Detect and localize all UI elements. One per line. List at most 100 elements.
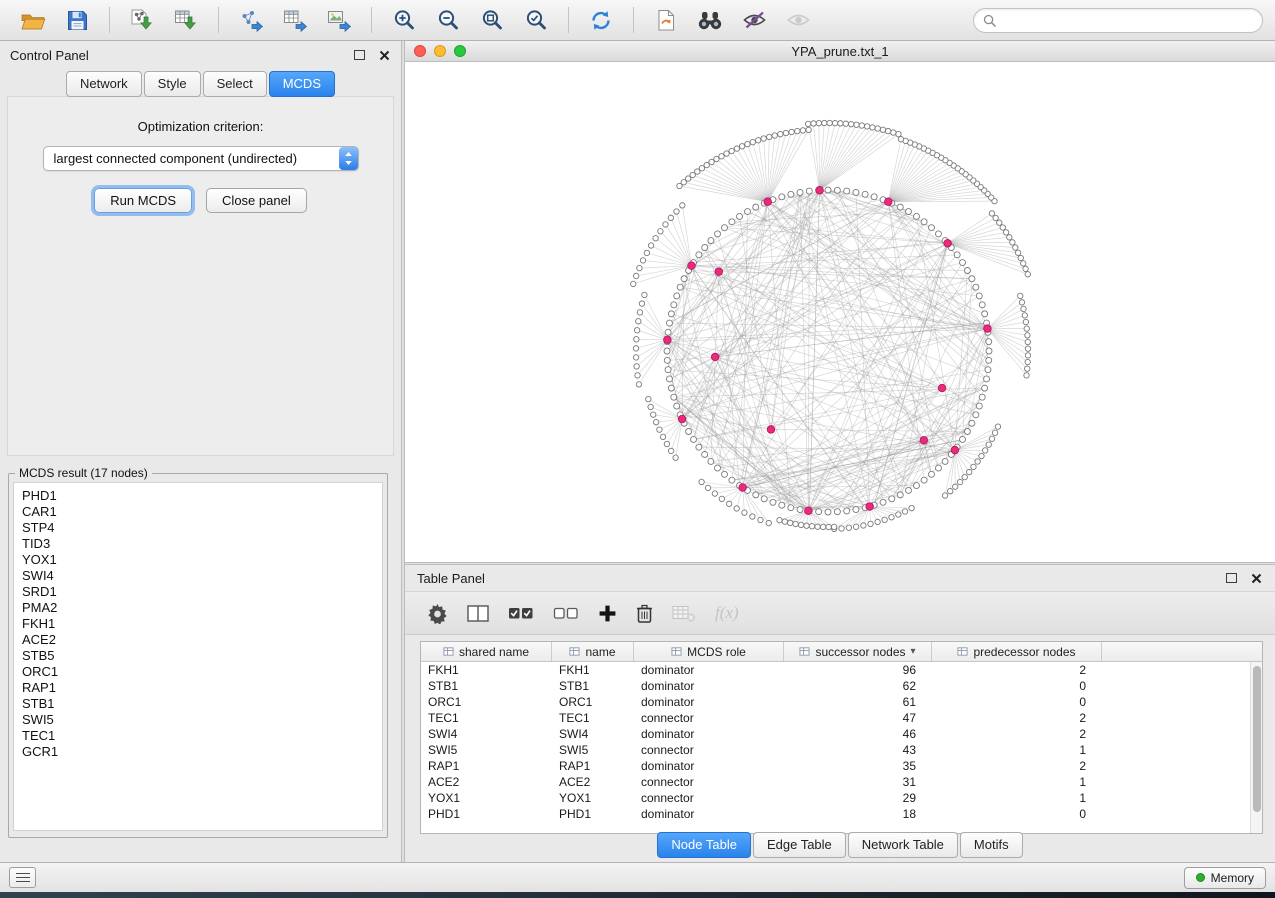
tab-edge-table[interactable]: Edge Table — [753, 832, 846, 858]
column-header-predecessor-nodes[interactable]: predecessor nodes — [932, 642, 1102, 661]
table-scrollbar[interactable] — [1250, 662, 1262, 833]
mcds-result-item[interactable]: TID3 — [22, 536, 382, 552]
mcds-result-list[interactable]: PHD1CAR1STP4TID3YOX1SWI4SRD1PMA2FKH1ACE2… — [13, 482, 383, 831]
column-header-successor-nodes[interactable]: successor nodes▾ — [784, 642, 932, 661]
unselect-all-columns-button[interactable] — [553, 604, 579, 622]
mcds-result-item[interactable]: ACE2 — [22, 632, 382, 648]
table-row[interactable]: ACE2ACE2connector311 — [421, 774, 1250, 790]
table-row[interactable]: RAP1RAP1dominator352 — [421, 758, 1250, 774]
delete-columns-button[interactable] — [636, 603, 653, 624]
save-session-button[interactable] — [56, 3, 98, 37]
mcds-result-item[interactable]: FKH1 — [22, 616, 382, 632]
cell-name: YOX1 — [552, 791, 634, 805]
cell-successor-nodes: 18 — [784, 807, 932, 821]
table-row[interactable]: TEC1TEC1connector472 — [421, 710, 1250, 726]
network-graph[interactable] — [405, 62, 1275, 562]
mcds-result-item[interactable]: CAR1 — [22, 504, 382, 520]
search-input[interactable] — [1002, 13, 1253, 27]
tab-select[interactable]: Select — [203, 71, 267, 97]
table-row[interactable]: SWI4SWI4dominator462 — [421, 726, 1250, 742]
mcds-result-item[interactable]: YOX1 — [22, 552, 382, 568]
column-header-name[interactable]: name — [552, 642, 634, 661]
zoom-fit-button[interactable] — [471, 3, 513, 37]
column-type-icon — [569, 646, 580, 657]
show-graphics-details-icon — [786, 10, 811, 30]
mcds-result-item[interactable]: GCR1 — [22, 744, 382, 760]
cell-mcds-role: dominator — [634, 727, 784, 741]
tab-mcds[interactable]: MCDS — [269, 71, 335, 97]
hide-graphics-details-icon — [742, 10, 767, 30]
column-settings-button[interactable] — [427, 603, 448, 624]
column-label: MCDS role — [687, 645, 746, 659]
hide-graphics-details-button[interactable] — [733, 3, 775, 37]
show-graphics-details-button[interactable] — [777, 3, 819, 37]
table-row[interactable]: YOX1YOX1connector291 — [421, 790, 1250, 806]
run-mcds-button[interactable]: Run MCDS — [94, 188, 192, 213]
table-row[interactable]: SWI5SWI5connector431 — [421, 742, 1250, 758]
mcds-result-item[interactable]: TEC1 — [22, 728, 382, 744]
open-session-button[interactable] — [12, 3, 54, 37]
mcds-result-item[interactable]: STB5 — [22, 648, 382, 664]
column-header-shared-name[interactable]: shared name — [421, 642, 552, 661]
delete-table-button[interactable] — [672, 604, 696, 623]
tab-network-table[interactable]: Network Table — [848, 832, 958, 858]
export-document-button[interactable] — [645, 3, 687, 37]
panel-menu-button[interactable] — [9, 867, 36, 888]
zoom-selected-button[interactable] — [515, 3, 557, 37]
search-box[interactable] — [973, 8, 1263, 33]
add-column-icon — [598, 604, 617, 623]
table-row[interactable]: FKH1FKH1dominator962 — [421, 662, 1250, 678]
table-row[interactable]: ORC1ORC1dominator610 — [421, 694, 1250, 710]
scrollbar-thumb[interactable] — [1253, 666, 1261, 812]
memory-status-icon — [1196, 873, 1205, 882]
split-panel-icon — [467, 604, 489, 623]
cell-predecessor-nodes: 2 — [932, 711, 1102, 725]
network-window: YPA_prune.txt_1 — [405, 41, 1275, 562]
maximize-window-button[interactable] — [454, 45, 466, 57]
export-network-button[interactable] — [230, 3, 272, 37]
mcds-result-item[interactable]: RAP1 — [22, 680, 382, 696]
close-panel-icon[interactable] — [378, 49, 391, 62]
import-network-from-file-button[interactable] — [121, 3, 163, 37]
network-canvas[interactable] — [405, 62, 1275, 562]
close-panel-button[interactable]: Close panel — [206, 188, 307, 213]
import-table-from-file-button[interactable] — [165, 3, 207, 37]
tab-node-table[interactable]: Node Table — [657, 832, 751, 858]
mcds-result-item[interactable]: SWI5 — [22, 712, 382, 728]
tab-style[interactable]: Style — [144, 71, 201, 97]
cell-name: TEC1 — [552, 711, 634, 725]
close-window-button[interactable] — [414, 45, 426, 57]
minimize-window-button[interactable] — [434, 45, 446, 57]
mcds-result-item[interactable]: STP4 — [22, 520, 382, 536]
column-header-mcds-role[interactable]: MCDS role — [634, 642, 784, 661]
export-image-button[interactable] — [318, 3, 360, 37]
mcds-result-item[interactable]: STB1 — [22, 696, 382, 712]
export-table-button[interactable] — [274, 3, 316, 37]
mcds-result-item[interactable]: ORC1 — [22, 664, 382, 680]
mcds-result-item[interactable]: PMA2 — [22, 600, 382, 616]
mcds-result-title: MCDS result (17 nodes) — [15, 466, 152, 480]
search-network-button[interactable] — [689, 3, 731, 37]
function-builder-button[interactable]: f(x) — [715, 603, 739, 623]
float-panel-icon[interactable] — [354, 50, 365, 60]
status-bar: Memory — [0, 862, 1275, 892]
tab-motifs[interactable]: Motifs — [960, 832, 1023, 858]
zoom-out-button[interactable] — [427, 3, 469, 37]
memory-button[interactable]: Memory — [1184, 867, 1266, 889]
tab-network[interactable]: Network — [66, 71, 142, 97]
refresh-layout-button[interactable] — [580, 3, 622, 37]
split-panel-button[interactable] — [467, 604, 489, 623]
table-row[interactable]: STB1STB1dominator620 — [421, 678, 1250, 694]
table-close-icon[interactable] — [1250, 572, 1263, 585]
zoom-in-button[interactable] — [383, 3, 425, 37]
mcds-result-item[interactable]: SWI4 — [22, 568, 382, 584]
table-float-icon[interactable] — [1226, 573, 1237, 583]
column-label: successor nodes — [815, 645, 905, 659]
criterion-select[interactable]: largest connected component (undirected) — [43, 146, 359, 171]
select-all-columns-button[interactable] — [508, 604, 534, 622]
table-row[interactable]: PHD1PHD1dominator180 — [421, 806, 1250, 822]
search-network-icon — [697, 10, 723, 31]
add-column-button[interactable] — [598, 604, 617, 623]
mcds-result-item[interactable]: SRD1 — [22, 584, 382, 600]
mcds-result-item[interactable]: PHD1 — [22, 488, 382, 504]
